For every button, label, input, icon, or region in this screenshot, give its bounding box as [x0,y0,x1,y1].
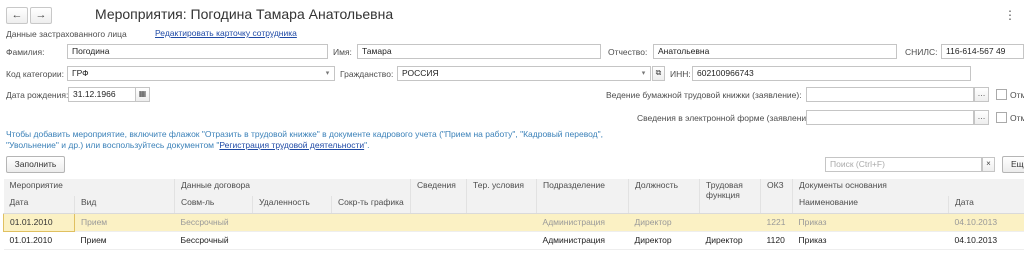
surname-field[interactable]: Погодина [67,44,328,59]
col-okz[interactable]: ОКЗ [760,179,794,214]
col-info[interactable]: Сведения [410,179,468,214]
open-icon[interactable]: ⧉ [652,66,665,81]
calendar-icon[interactable]: ▦ [135,87,150,102]
col-conditions[interactable]: Тер. условия [466,179,538,214]
cell-reduced[interactable] [331,231,411,250]
cell-reduced[interactable] [331,213,411,232]
cell-okz[interactable]: 1221 [760,213,793,232]
arrow-right-icon: → [35,9,47,21]
fill-button[interactable]: Заполнить [6,156,65,173]
col-combination[interactable]: Совм-ль [174,196,254,214]
table-row[interactable]: 01.01.2010 Прием Бессрочный Администраци… [3,231,1024,250]
col-event[interactable]: Мероприятие [3,179,176,196]
citizenship-select[interactable]: РОССИЯ ▾ [397,66,651,81]
events-table: Мероприятие Данные договора Сведения Тер… [3,179,1024,250]
cell-info[interactable] [410,213,467,232]
cell-kind[interactable]: Прием [74,231,175,250]
cell-function[interactable]: Директор [699,231,761,250]
arrow-left-icon: ← [11,9,23,21]
electronic-workbook-checkbox[interactable] [996,112,1007,123]
cell-remote[interactable] [252,213,332,232]
search-input[interactable]: Поиск (Ctrl+F) [825,157,982,172]
col-date[interactable]: Дата [3,196,75,214]
name-field[interactable]: Тамара [357,44,601,59]
col-division[interactable]: Подразделение [536,179,630,214]
category-label: Код категории: [6,69,65,79]
cell-okz[interactable]: 1120 [760,231,793,250]
paper-workbook-label: Ведение бумажной трудовой книжки (заявле… [606,90,802,100]
electronic-workbook-label: Сведения в электронной форме (заявление)… [637,113,817,123]
electronic-workbook-field[interactable] [806,110,974,125]
citizenship-label: Гражданство: [340,69,394,79]
cell-division[interactable]: Администрация [536,231,629,250]
cell-doc-name[interactable]: Приказ [792,213,949,232]
cell-info[interactable] [410,231,467,250]
col-kind[interactable]: Вид [74,196,176,214]
cell-conditions[interactable] [466,231,537,250]
snils-label: СНИЛС: [905,47,938,57]
cell-combination[interactable]: Бессрочный [174,231,253,250]
patronymic-field[interactable]: Анатольевна [653,44,897,59]
clear-search-icon[interactable]: × [982,157,995,172]
electronic-workbook-check-label: Отм [1010,113,1024,123]
more-menu-icon[interactable]: ⋮ [1004,8,1016,22]
surname-label: Фамилия: [6,47,45,57]
paper-workbook-field[interactable] [806,87,974,102]
edit-employee-link[interactable]: Редактировать карточку сотрудника [155,28,297,38]
patronymic-label: Отчество: [608,47,648,57]
chevron-down-icon[interactable]: ▾ [637,67,650,80]
col-position[interactable]: Должность [628,179,701,214]
col-doc-name[interactable]: Наименование [792,196,950,214]
cell-position[interactable]: Директор [628,231,700,250]
cell-conditions[interactable] [466,213,537,232]
cell-combination[interactable]: Бессрочный [174,213,253,232]
cell-doc-date[interactable]: 04.10.2013 [948,231,1024,250]
more-button[interactable]: Ещ [1002,156,1024,173]
snils-field[interactable]: 116-614-567 49 [941,44,1024,59]
cell-doc-date[interactable]: 04.10.2013 [948,213,1024,232]
cell-division[interactable]: Администрация [536,213,629,232]
col-remote[interactable]: Удаленность [252,196,333,214]
back-button[interactable]: ← [6,7,28,24]
cell-doc-name[interactable]: Приказ [792,231,949,250]
select-button[interactable]: … [974,110,989,125]
page-title: Мероприятия: Погодина Тамара Анатольевна [95,6,394,22]
cell-function[interactable] [699,213,761,232]
hint-line-1: Чтобы добавить мероприятие, включите фла… [6,129,603,139]
hint-text: Чтобы добавить мероприятие, включите фла… [6,129,646,151]
cell-position[interactable]: Директор [628,213,700,232]
col-docs[interactable]: Документы основания [792,179,1024,196]
category-value: ГРФ [72,68,89,78]
col-reduced[interactable]: Сокр-ть графика [331,196,412,214]
cell-date[interactable]: 01.01.2010 [3,212,75,232]
birth-date-field[interactable]: 31.12.1966 [68,87,136,102]
cell-date[interactable]: 01.01.2010 [3,231,75,250]
col-function[interactable]: Трудовая функция [699,179,762,214]
inn-label: ИНН: [670,69,691,79]
inn-field[interactable]: 602100966743 [692,66,971,81]
paper-workbook-checkbox[interactable] [996,89,1007,100]
chevron-down-icon[interactable]: ▾ [321,67,334,80]
hint-line-end: ". [364,140,370,150]
insured-section-label: Данные застрахованного лица [6,29,127,39]
registration-link[interactable]: Регистрация трудовой деятельности [219,140,364,150]
cell-remote[interactable] [252,231,332,250]
birth-date-label: Дата рождения: [6,90,69,100]
hint-line-2: "Увольнение" и др.) или воспользуйтесь д… [6,140,220,150]
category-select[interactable]: ГРФ ▾ [67,66,335,81]
select-button[interactable]: … [974,87,989,102]
forward-button[interactable]: → [30,7,52,24]
col-contract[interactable]: Данные договора [174,179,412,196]
paper-workbook-check-label: Отм [1010,90,1024,100]
citizenship-value: РОССИЯ [402,68,439,78]
table-row[interactable]: 01.01.2010 Прием Бессрочный Администраци… [3,212,1024,232]
name-label: Имя: [333,47,352,57]
cell-kind[interactable]: Прием [74,213,175,232]
col-doc-date[interactable]: Дата [948,196,1024,214]
